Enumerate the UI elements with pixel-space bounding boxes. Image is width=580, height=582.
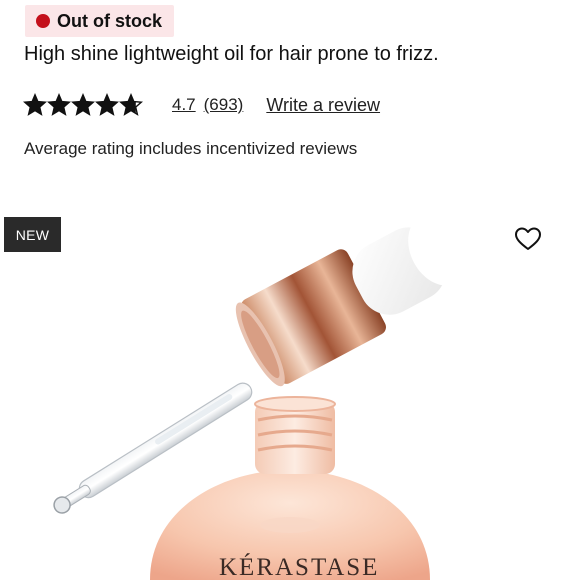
wishlist-heart-button[interactable] (514, 226, 542, 252)
stock-status-text: Out of stock (57, 10, 163, 31)
brand-label: KÉRASTASE (219, 554, 380, 581)
stock-status-badge: Out of stock (25, 5, 175, 37)
review-count-link[interactable]: (693) (204, 95, 244, 115)
star-icon (119, 93, 143, 116)
heart-outline-icon (515, 227, 541, 250)
product-subtitle: High shine lightweight oil for hair pron… (24, 43, 439, 65)
rating-value-link[interactable]: 4.7 (172, 95, 196, 115)
write-review-link[interactable]: Write a review (266, 95, 380, 116)
new-badge: NEW (4, 217, 61, 252)
star-icon (23, 93, 47, 116)
out-of-stock-dot-icon (36, 14, 50, 28)
product-image (53, 213, 470, 580)
star-icon (71, 93, 95, 116)
rating-disclaimer: Average rating includes incentivized rev… (24, 139, 358, 158)
star-icon (47, 93, 71, 116)
rating-row: 4.7 (693) Write a review (23, 91, 380, 119)
star-icon (95, 93, 119, 116)
star-rating[interactable] (23, 93, 145, 117)
